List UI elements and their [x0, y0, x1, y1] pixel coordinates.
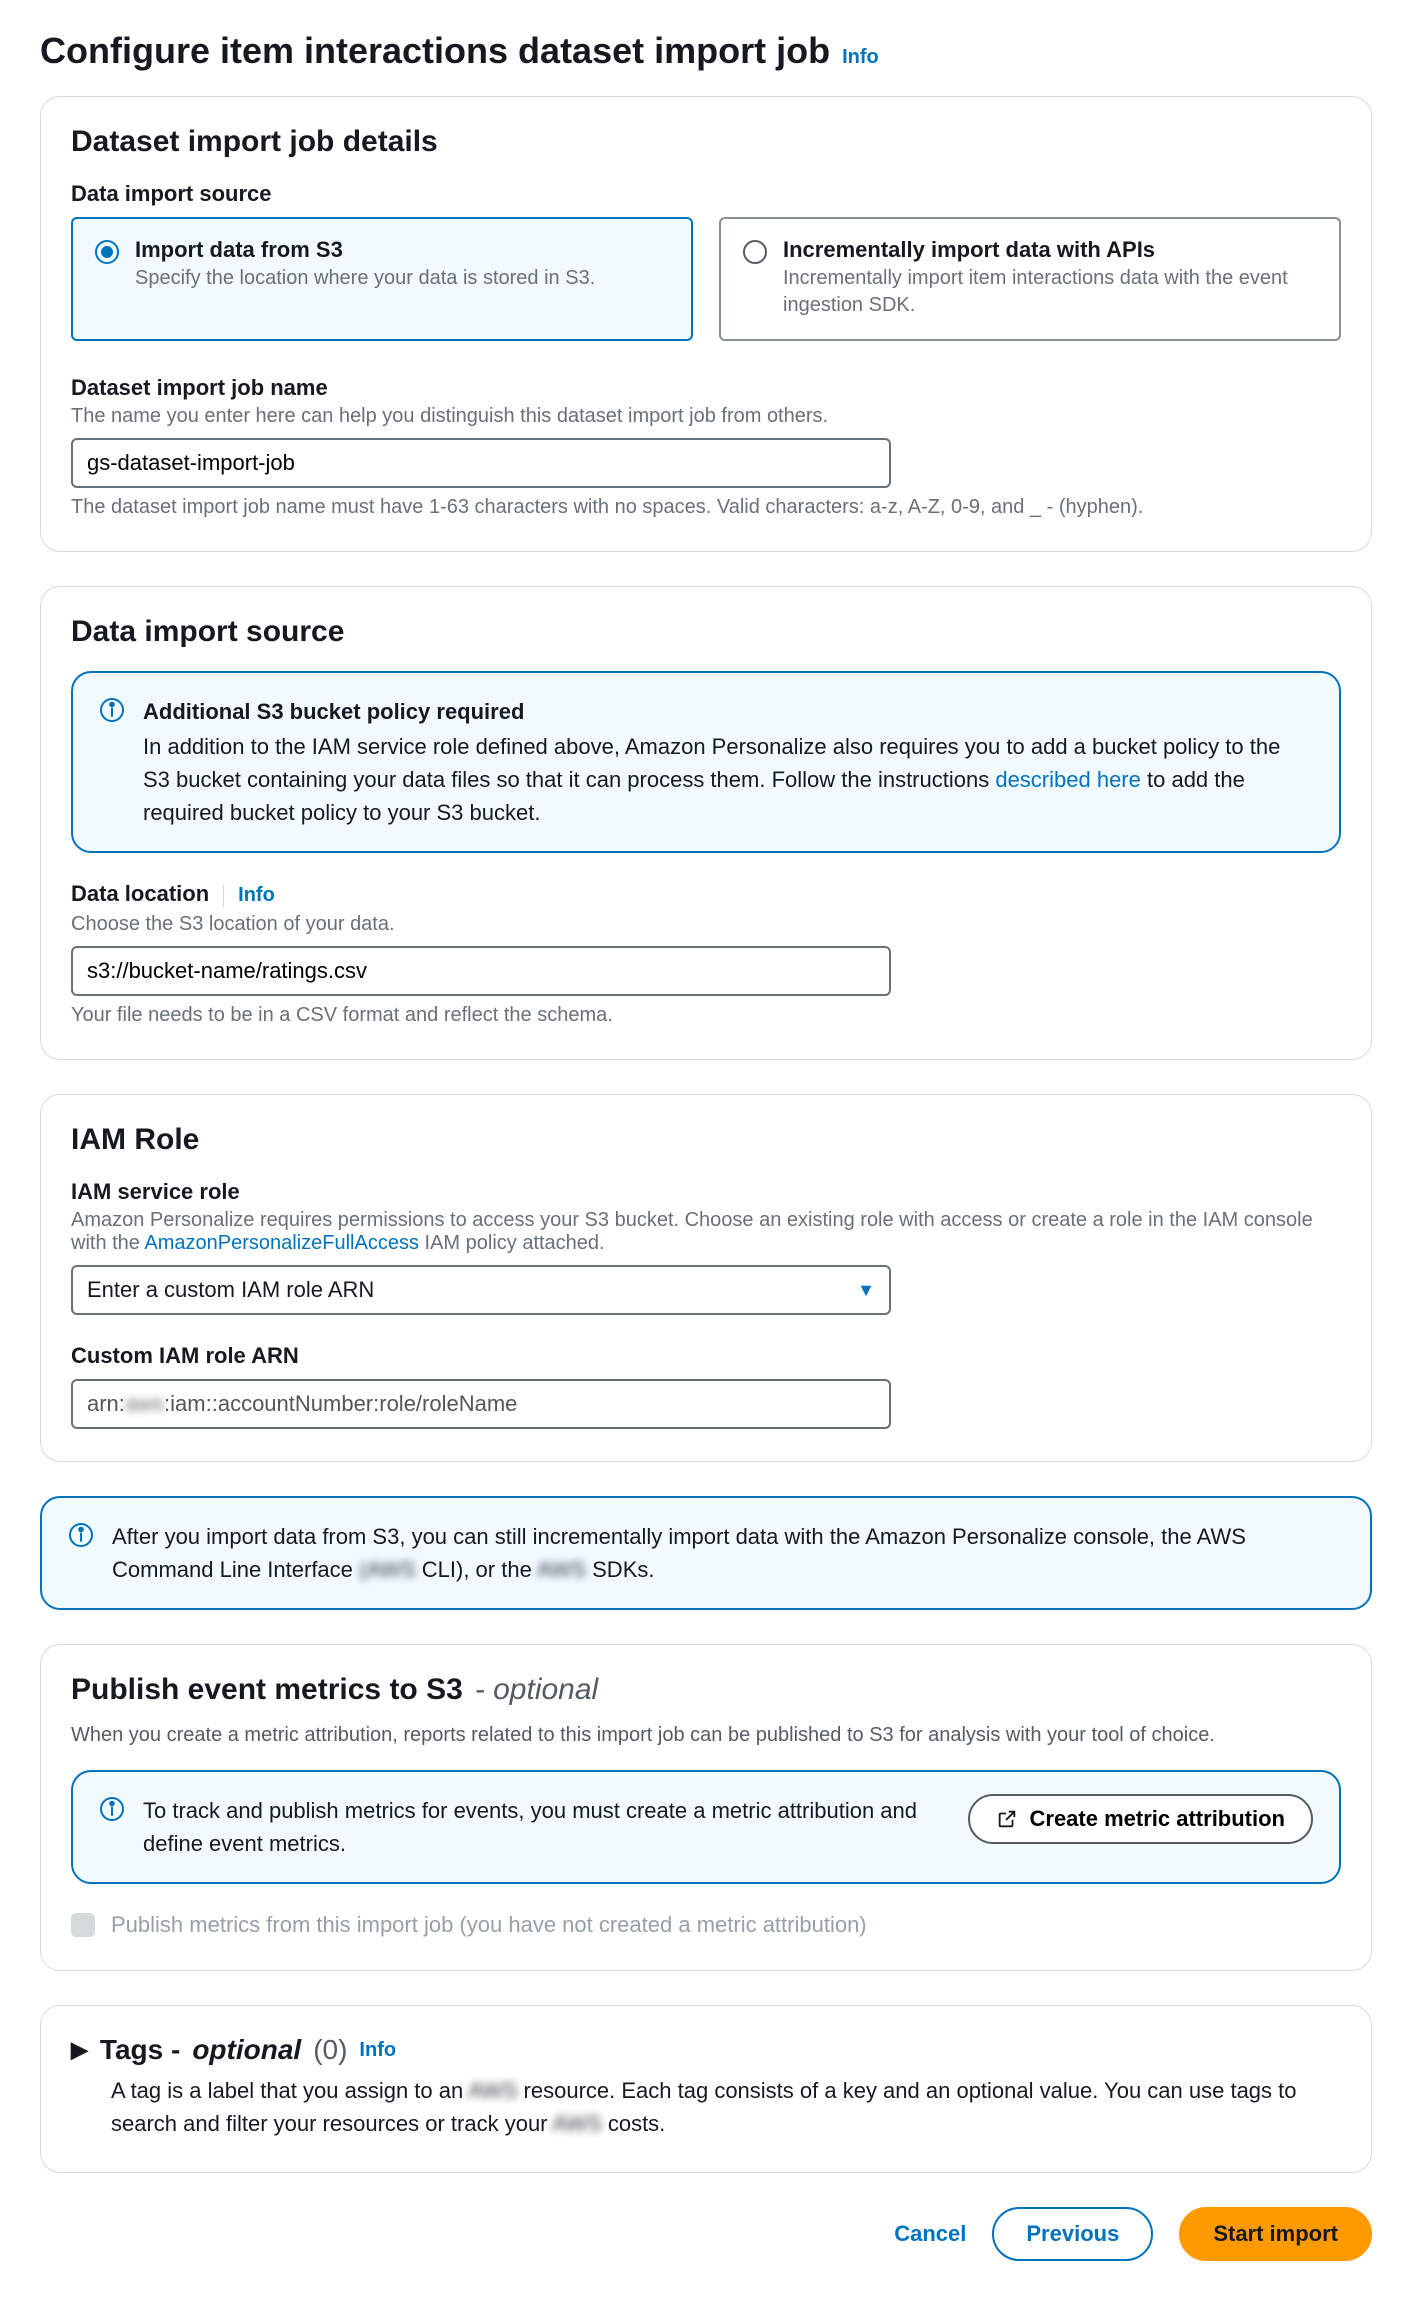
iam-role-label: IAM service role	[71, 1179, 1341, 1205]
iam-role-select-value: Enter a custom IAM role ARN	[87, 1277, 374, 1303]
info-metric-attribution: To track and publish metrics for events,…	[71, 1770, 1341, 1884]
info-s3-policy-title: Additional S3 bucket policy required	[143, 695, 1313, 728]
iam-arn-prefix: arn:	[87, 1391, 125, 1416]
iam-arn-input[interactable]: arn:aws:iam::accountNumber:role/roleName	[71, 1379, 891, 1429]
tags-label: Tags -	[100, 2034, 180, 2066]
tags-info-link[interactable]: Info	[359, 2039, 396, 2062]
iam-role-help: Amazon Personalize requires permissions …	[71, 1209, 1341, 1255]
data-location-help: Choose the S3 location of your data.	[71, 913, 1341, 936]
tags-body-3: costs.	[602, 2111, 666, 2136]
info-incremental-import: After you import data from S3, you can s…	[40, 1496, 1372, 1610]
panel-event-metrics-desc: When you create a metric attribution, re…	[71, 1721, 1341, 1750]
panel-import-source: Data import source Additional S3 bucket …	[40, 586, 1372, 1060]
panel-event-metrics: Publish event metrics to S3 - optional W…	[40, 1644, 1372, 1971]
info-text-3: SDKs.	[586, 1557, 654, 1582]
tile-import-s3-desc: Specify the location where your data is …	[135, 265, 595, 292]
panel-job-details-title: Dataset import job details	[71, 125, 1341, 159]
iam-arn-label: Custom IAM role ARN	[71, 1343, 1341, 1369]
iam-role-policy-link[interactable]: AmazonPersonalizeFullAccess	[144, 1232, 419, 1254]
data-location-hint: Your file needs to be in a CSV format an…	[71, 1004, 1341, 1027]
info-icon	[99, 697, 125, 723]
panel-import-source-title: Data import source	[71, 615, 1341, 649]
data-location-label: Data location	[71, 881, 209, 907]
iam-role-select[interactable]: Enter a custom IAM role ARN ▼	[71, 1265, 891, 1315]
info-text-2: CLI), or the	[416, 1557, 537, 1582]
info-s3-policy: Additional S3 bucket policy required In …	[71, 671, 1341, 853]
page-title-info-link[interactable]: Info	[842, 46, 879, 69]
page-title-text: Configure item interactions dataset impo…	[40, 30, 830, 72]
publish-metrics-checkbox	[71, 1913, 95, 1937]
iam-arn-suffix: :iam::accountNumber:role/roleName	[164, 1391, 517, 1416]
job-name-label: Dataset import job name	[71, 375, 1341, 401]
info-icon	[68, 1522, 94, 1548]
panel-iam-role-title: IAM Role	[71, 1123, 1341, 1157]
tags-redacted-2: AWS	[552, 2111, 601, 2136]
panel-job-details: Dataset import job details Data import s…	[40, 96, 1372, 552]
radio-icon	[95, 240, 119, 264]
info-text-1: After you import data from S3, you can s…	[112, 1524, 1246, 1582]
page-title: Configure item interactions dataset impo…	[40, 30, 1372, 72]
footer-actions: Cancel Previous Start import	[40, 2207, 1372, 2261]
optional-label: - optional	[475, 1673, 598, 1707]
external-link-icon	[996, 1808, 1018, 1830]
data-location-info-link[interactable]: Info	[238, 884, 275, 907]
info-metric-attribution-text: To track and publish metrics for events,…	[143, 1794, 938, 1860]
tags-optional: optional	[192, 2034, 301, 2066]
divider	[223, 885, 224, 907]
publish-metrics-label: Publish metrics from this import job (yo…	[111, 1912, 867, 1938]
panel-event-metrics-title-text: Publish event metrics to S3	[71, 1673, 463, 1707]
tile-import-s3-title: Import data from S3	[135, 237, 595, 263]
info-s3-policy-link[interactable]: described here	[995, 767, 1141, 792]
tags-description: A tag is a label that you assign to an A…	[111, 2074, 1341, 2140]
iam-role-help-2: IAM policy attached.	[425, 1232, 605, 1254]
job-name-input[interactable]	[71, 438, 891, 488]
tile-import-api-title: Incrementally import data with APIs	[783, 237, 1317, 263]
tags-redacted-1: AWS	[468, 2078, 517, 2103]
info-redacted-2: AWS	[537, 1557, 586, 1582]
data-location-input[interactable]	[71, 946, 891, 996]
create-metric-attribution-button[interactable]: Create metric attribution	[968, 1794, 1314, 1844]
tags-body-1: A tag is a label that you assign to an	[111, 2078, 468, 2103]
tile-import-s3[interactable]: Import data from S3 Specify the location…	[71, 217, 693, 341]
tile-import-api[interactable]: Incrementally import data with APIs Incr…	[719, 217, 1341, 341]
start-import-button[interactable]: Start import	[1179, 2207, 1372, 2261]
job-name-hint: The dataset import job name must have 1-…	[71, 496, 1341, 519]
info-redacted-1: (AWS	[359, 1557, 416, 1582]
tile-import-api-desc: Incrementally import item interactions d…	[783, 265, 1317, 319]
panel-event-metrics-title: Publish event metrics to S3 - optional	[71, 1673, 1341, 1707]
tags-count: (0)	[313, 2034, 347, 2066]
previous-button[interactable]: Previous	[992, 2207, 1153, 2261]
radio-icon	[743, 240, 767, 264]
job-name-help: The name you enter here can help you dis…	[71, 405, 1341, 428]
chevron-down-icon: ▼	[857, 1280, 875, 1301]
publish-metrics-checkbox-row: Publish metrics from this import job (yo…	[71, 1912, 1341, 1938]
iam-arn-redacted: aws	[125, 1391, 164, 1416]
data-import-source-label: Data import source	[71, 181, 1341, 207]
panel-iam-role: IAM Role IAM service role Amazon Persona…	[40, 1094, 1372, 1462]
create-metric-attribution-label: Create metric attribution	[1030, 1806, 1286, 1832]
import-source-tiles: Import data from S3 Specify the location…	[71, 217, 1341, 341]
panel-tags: ▶ Tags - optional (0) Info A tag is a la…	[40, 2005, 1372, 2173]
cancel-button[interactable]: Cancel	[894, 2221, 966, 2247]
expand-arrow-icon[interactable]: ▶	[71, 2037, 88, 2063]
info-icon	[99, 1796, 125, 1822]
